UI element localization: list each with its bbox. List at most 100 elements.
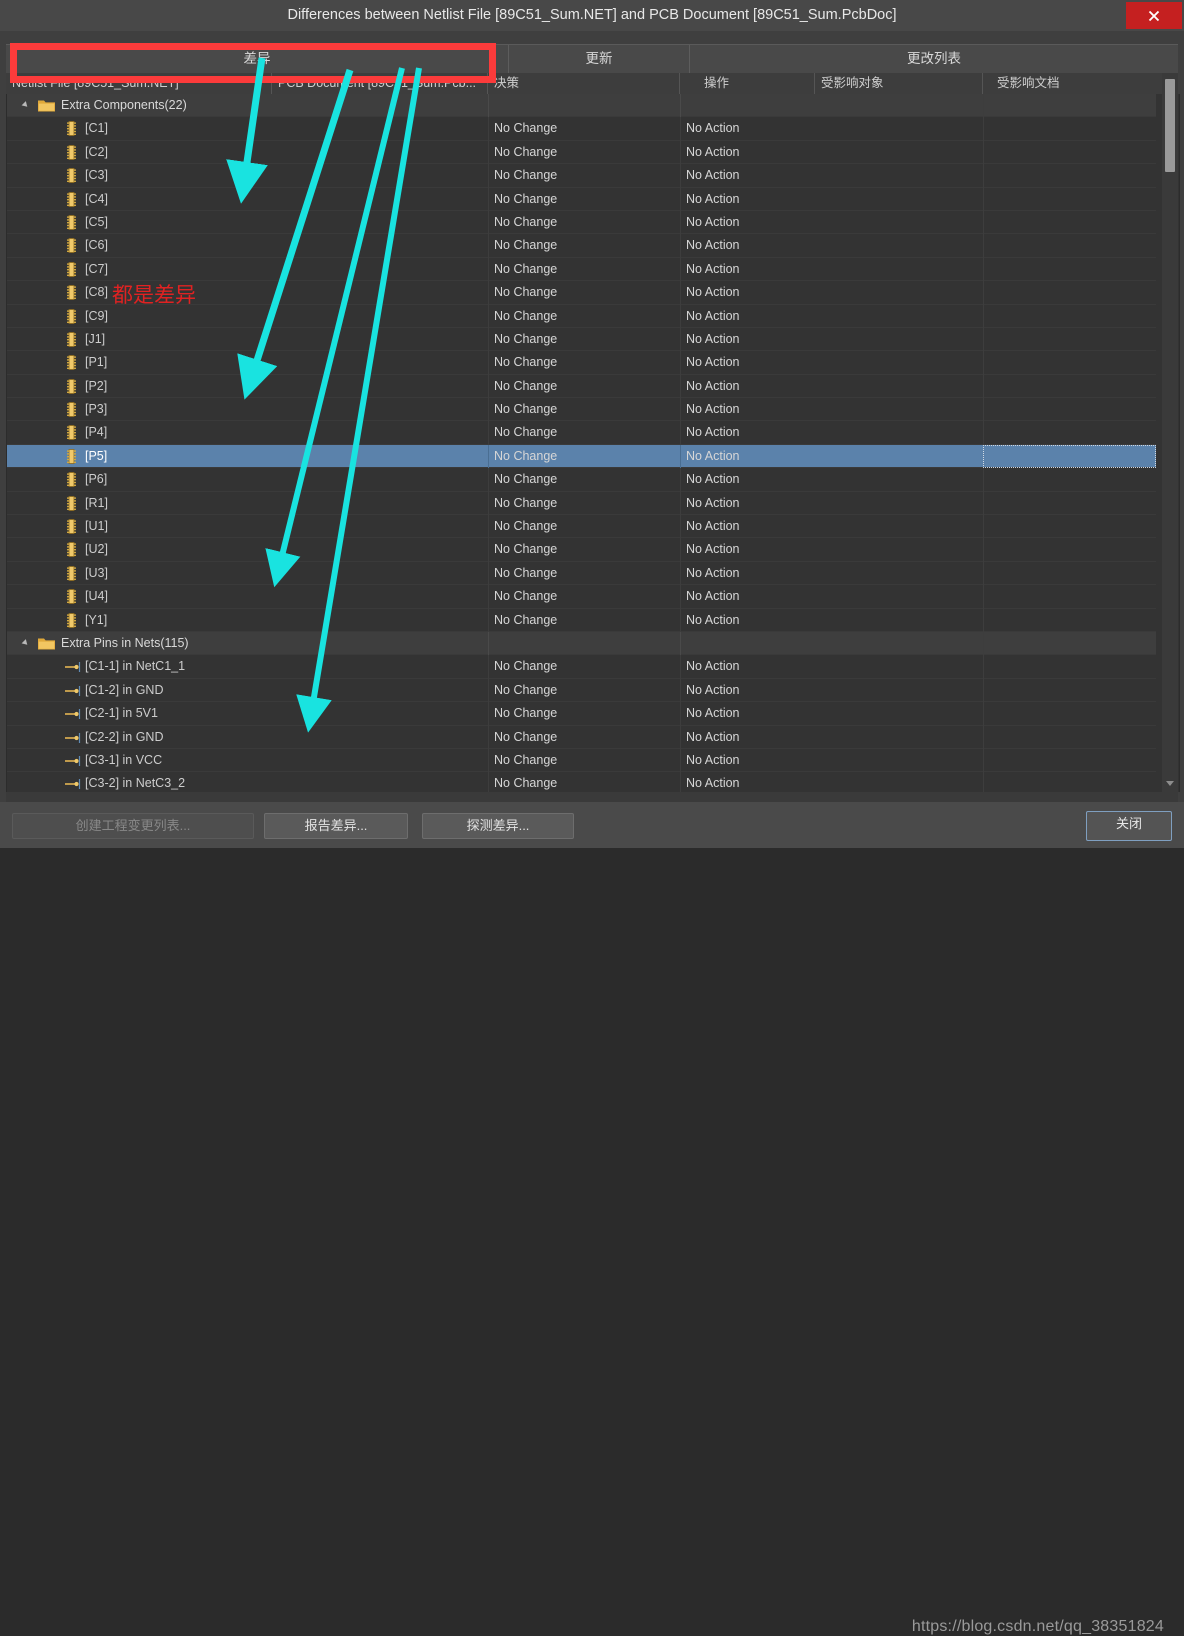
close-button[interactable]: 关闭 [1086,811,1172,841]
table-row[interactable]: [C3-1] in VCC No Change No Action [7,748,1156,773]
table-row[interactable]: [C1-2] in GND No Change No Action [7,678,1156,703]
cell-decision[interactable]: No Change [488,491,680,516]
cell-action[interactable]: No Action [680,234,983,258]
table-row[interactable]: Extra Components(22) [7,94,1156,118]
cell-action[interactable]: No Action [680,772,983,792]
cell-decision[interactable]: No Change [488,702,680,726]
tab-update[interactable]: 更新 [509,45,690,73]
cell-decision[interactable]: No Change [488,561,680,586]
report-differences-button[interactable]: 报告差异... [264,813,408,839]
cell-action[interactable]: No Action [680,515,983,539]
column-header-decision[interactable]: 决策 [487,73,679,94]
cell-action[interactable]: No Action [680,678,983,703]
table-row[interactable]: [C3-2] in NetC3_2 No Change No Action [7,772,1156,792]
cell-decision[interactable]: No Change [488,234,680,258]
cell-action[interactable]: No Action [680,327,983,352]
table-row[interactable]: [C1-1] in NetC1_1 No Change No Action [7,655,1156,679]
cell-decision[interactable] [488,94,680,118]
cell-action[interactable]: No Action [680,655,983,679]
table-row[interactable]: [U1] No Change No Action [7,515,1156,539]
tab-differences[interactable]: 差异 [6,45,509,73]
table-row[interactable]: [P4] No Change No Action [7,421,1156,445]
cell-decision[interactable]: No Change [488,678,680,703]
cell-decision[interactable]: No Change [488,351,680,375]
cell-decision[interactable]: No Change [488,140,680,165]
cell-action[interactable]: No Action [680,257,983,282]
cell-decision[interactable]: No Change [488,164,680,188]
table-row[interactable]: [C7] No Change No Action [7,257,1156,282]
cell-action[interactable]: No Action [680,608,983,632]
cell-action[interactable]: No Action [680,281,983,305]
cell-decision[interactable]: No Change [488,304,680,328]
cell-action[interactable]: No Action [680,561,983,586]
table-row[interactable]: [U4] No Change No Action [7,585,1156,609]
cell-decision[interactable]: No Change [488,187,680,211]
vertical-scrollbar[interactable] [1162,73,1178,792]
table-row[interactable]: [P1] No Change No Action [7,351,1156,375]
cell-action[interactable]: No Action [680,421,983,445]
table-row[interactable]: [C9] No Change No Action [7,304,1156,328]
cell-action[interactable]: No Action [680,117,983,141]
cell-decision[interactable]: No Change [488,725,680,749]
vertical-scrollbar-thumb[interactable] [1165,79,1175,172]
cell-decision[interactable]: No Change [488,608,680,632]
cell-decision[interactable]: No Change [488,327,680,352]
table-row[interactable]: [J1] No Change No Action [7,327,1156,352]
table-row[interactable]: [C2-2] in GND No Change No Action [7,725,1156,749]
table-row[interactable]: [C1] No Change No Action [7,117,1156,141]
cell-decision[interactable]: No Change [488,257,680,282]
expand-collapse-icon[interactable] [21,101,30,109]
cell-action[interactable]: No Action [680,374,983,399]
cell-decision[interactable]: No Change [488,538,680,562]
column-header-affected-object[interactable]: 受影响对象 [814,73,982,94]
column-header-netlist-file[interactable]: Netlist File [89C51_Sum.NET] [6,73,271,94]
table-row[interactable]: [C3] No Change No Action [7,164,1156,188]
column-header-pcb-document[interactable]: PCB Document [89C51_Sum.Pcb... [271,73,487,94]
table-row[interactable]: [U2] No Change No Action [7,538,1156,562]
table-row[interactable]: [U3] No Change No Action [7,561,1156,586]
scroll-down-arrow-icon[interactable] [1166,781,1174,786]
column-header-action[interactable]: 操作 [679,73,814,94]
cell-decision[interactable]: No Change [488,398,680,422]
cell-action[interactable]: No Action [680,187,983,211]
table-row[interactable]: [P5] No Change No Action [7,444,1156,469]
table-row[interactable]: [R1] No Change No Action [7,491,1156,516]
cell-action[interactable]: No Action [680,702,983,726]
cell-decision[interactable]: No Change [488,421,680,445]
cell-decision[interactable]: No Change [488,585,680,609]
horizontal-scrollbar[interactable] [6,792,1178,802]
differences-grid[interactable]: Extra Components(22) [C1] No Change No Acti… [6,94,1180,792]
cell-decision[interactable]: No Change [488,655,680,679]
cell-decision[interactable] [488,631,680,656]
cell-action[interactable]: No Action [680,491,983,516]
cell-action[interactable]: No Action [680,725,983,749]
table-row[interactable]: [Y1] No Change No Action [7,608,1156,632]
cell-action[interactable]: No Action [680,748,983,773]
cell-decision[interactable]: No Change [488,468,680,492]
cell-action[interactable]: No Action [680,468,983,492]
titlebar-close-button[interactable] [1126,2,1182,29]
table-row[interactable]: [P3] No Change No Action [7,398,1156,422]
cell-decision[interactable]: No Change [488,515,680,539]
cell-decision[interactable]: No Change [488,748,680,773]
cell-action[interactable]: No Action [680,538,983,562]
cell-action[interactable]: No Action [680,210,983,235]
cell-action[interactable]: No Action [680,444,983,469]
cell-decision[interactable]: No Change [488,772,680,792]
table-row[interactable]: [P2] No Change No Action [7,374,1156,399]
cell-decision[interactable]: No Change [488,374,680,399]
cell-action[interactable]: No Action [680,351,983,375]
cell-decision[interactable]: No Change [488,281,680,305]
expand-collapse-icon[interactable] [21,639,30,647]
table-row[interactable]: [C5] No Change No Action [7,210,1156,235]
cell-action[interactable]: No Action [680,304,983,328]
cell-decision[interactable]: No Change [488,117,680,141]
table-row[interactable]: Extra Pins in Nets(115) [7,631,1156,656]
explore-differences-button[interactable]: 探测差异... [422,813,574,839]
cell-decision[interactable]: No Change [488,444,680,469]
table-row[interactable]: [C2-1] in 5V1 No Change No Action [7,702,1156,726]
table-row[interactable]: [C2] No Change No Action [7,140,1156,165]
cell-action[interactable]: No Action [680,585,983,609]
column-header-affected-document[interactable]: 受影响文档 [982,73,1155,94]
table-row[interactable]: [C4] No Change No Action [7,187,1156,211]
